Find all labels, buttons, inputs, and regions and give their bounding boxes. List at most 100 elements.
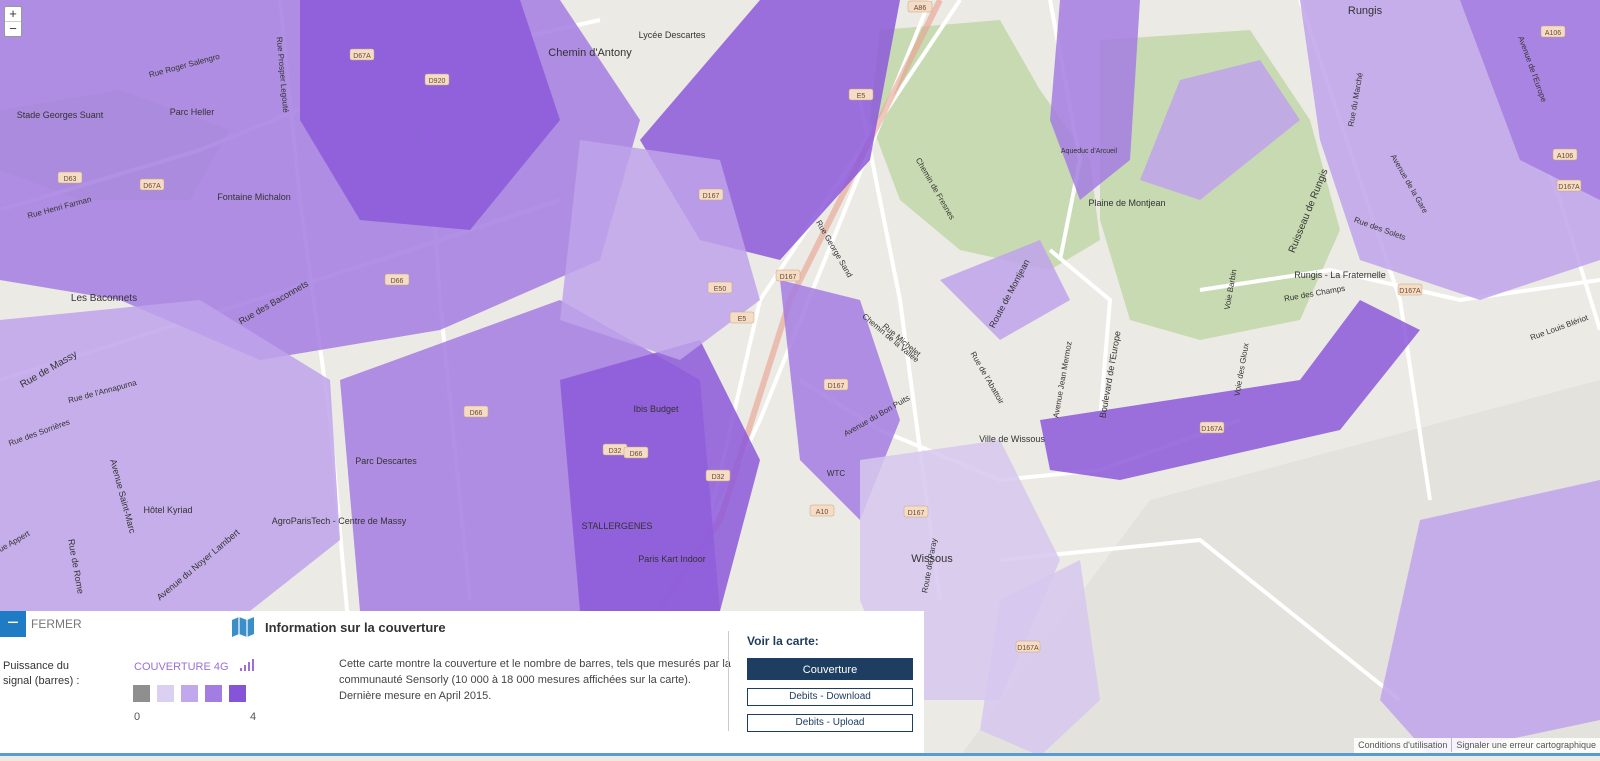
- road-number-badge: A106: [1540, 25, 1566, 38]
- panel-title: Information sur la couverture: [265, 620, 446, 635]
- road-number-label: D167A: [1201, 426, 1223, 433]
- signal-strength-label: Puissance du signal (barres) :: [3, 659, 79, 689]
- road-number-label: D167: [703, 193, 720, 200]
- panel-divider: [728, 631, 729, 731]
- road-number-label: E5: [738, 316, 747, 323]
- road-number-badge: D66: [623, 446, 649, 459]
- road-number-badge: A86: [907, 0, 933, 13]
- description-line: communauté Sensorly (10 000 à 18 000 mes…: [339, 674, 691, 686]
- terms-link[interactable]: Conditions d'utilisation: [1354, 738, 1451, 752]
- road-number-badge: D167A: [1199, 421, 1225, 434]
- place-label: Paris Kart Indoor: [638, 554, 706, 564]
- road-number-badge: D167A: [1397, 283, 1423, 296]
- map-attribution: Conditions d'utilisation Signaler une err…: [1354, 738, 1600, 753]
- signal-label-line-2: signal (barres) :: [3, 675, 80, 687]
- place-label: STALLERGENES: [582, 521, 653, 531]
- road-number-label: A106: [1557, 153, 1573, 160]
- place-label: Stade Georges Suant: [17, 110, 104, 120]
- description-line: Dernière mesure en April 2015.: [339, 690, 492, 702]
- road-number-badge: D167: [698, 188, 724, 201]
- road-number-label: D167: [908, 510, 925, 517]
- place-label: Parc Descartes: [355, 456, 417, 466]
- place-label: Ville de Wissous: [979, 434, 1045, 444]
- map-icon: [232, 617, 254, 637]
- coverage-info-panel: − FERMER Information sur la couverture P…: [0, 611, 924, 753]
- road-number-badge: D920: [424, 73, 450, 86]
- road-number-label: D66: [391, 278, 404, 285]
- road-number-badge: D32: [705, 469, 731, 482]
- road-number-badge: D32: [602, 443, 628, 456]
- signal-bars-icon: [240, 659, 254, 671]
- road-number-badge: E5: [729, 311, 755, 324]
- road-number-badge: D167: [903, 505, 929, 518]
- road-number-badge: D167A: [1556, 179, 1582, 192]
- place-label: Lycée Descartes: [639, 30, 706, 40]
- road-number-label: A86: [914, 5, 927, 12]
- road-number-badge: A10: [809, 504, 835, 517]
- road-number-label: D32: [712, 474, 725, 481]
- road-number-badge: D67A: [349, 48, 375, 61]
- zoom-control: + −: [4, 6, 22, 37]
- road-number-badge: D167: [775, 269, 801, 282]
- zoom-in-button[interactable]: +: [5, 7, 21, 21]
- road-number-label: A106: [1545, 30, 1561, 37]
- legend-title: COUVERTURE 4G: [134, 661, 229, 673]
- coverage-button[interactable]: Couverture: [747, 658, 913, 680]
- place-label: AgroParisTech - Centre de Massy: [272, 516, 407, 526]
- place-label: Parc Heller: [170, 107, 215, 117]
- road-number-label: D66: [630, 451, 643, 458]
- road-number-label: D67A: [353, 53, 371, 60]
- place-label: Hôtel Kyriad: [143, 505, 192, 515]
- road-number-badge: D67A: [139, 178, 165, 191]
- road-number-badge: A106: [1552, 148, 1578, 161]
- close-panel-button[interactable]: −: [0, 611, 26, 637]
- legend-swatch-1: [157, 685, 174, 702]
- legend-swatch-0: [133, 685, 150, 702]
- road-number-badge: D63: [57, 171, 83, 184]
- place-label: Les Baconnets: [71, 293, 137, 304]
- legend-swatch-4: [229, 685, 246, 702]
- signal-label-line-1: Puissance du: [3, 660, 70, 672]
- description-line: Cette carte montre la couverture et le n…: [339, 658, 731, 670]
- road-number-label: D167A: [1399, 288, 1421, 295]
- road-number-label: D32: [609, 448, 622, 455]
- road-number-label: A10: [816, 509, 829, 516]
- road-number-badge: E50: [707, 281, 733, 294]
- close-label[interactable]: FERMER: [31, 617, 82, 631]
- road-number-badge: D66: [463, 405, 489, 418]
- place-label: Plaine de Montjean: [1088, 198, 1165, 208]
- place-label: Rungis - La Fraternelle: [1294, 270, 1386, 280]
- road-number-label: D167A: [1558, 184, 1580, 191]
- upload-speed-button[interactable]: Debits - Upload: [747, 714, 913, 732]
- view-map-title: Voir la carte:: [747, 634, 819, 648]
- legend-swatches: [133, 685, 253, 703]
- legend-max-label: 4: [250, 711, 257, 723]
- road-number-label: D66: [470, 410, 483, 417]
- road-number-badge: D167: [823, 378, 849, 391]
- road-number-label: D920: [429, 78, 446, 85]
- coverage-description: Cette carte montre la couverture et le n…: [339, 656, 731, 704]
- place-label: Rungis: [1348, 5, 1383, 17]
- road-number-label: D167: [828, 383, 845, 390]
- road-number-badge: D66: [384, 273, 410, 286]
- download-speed-button[interactable]: Debits - Download: [747, 688, 913, 706]
- report-error-link[interactable]: Signaler une erreur cartographique: [1451, 738, 1600, 752]
- road-number-label: D167A: [1017, 645, 1039, 652]
- legend-swatch-2: [181, 685, 198, 702]
- legend-swatch-3: [205, 685, 222, 702]
- zoom-out-button[interactable]: −: [5, 21, 21, 36]
- road-number-label: D63: [64, 176, 77, 183]
- place-label: Fontaine Michalon: [217, 192, 291, 202]
- place-label: WTC: [827, 469, 845, 478]
- place-label: Chemin d'Antony: [548, 47, 632, 59]
- place-label: Ibis Budget: [633, 404, 679, 414]
- road-number-label: E5: [857, 93, 866, 100]
- road-number-label: D167: [780, 274, 797, 281]
- minus-icon: −: [7, 612, 19, 634]
- place-label: Aqueduc d'Arcueil: [1061, 148, 1118, 155]
- legend-min-label: 0: [134, 711, 141, 723]
- road-number-badge: D167A: [1015, 640, 1041, 653]
- road-number-badge: E5: [848, 88, 874, 101]
- road-number-label: D67A: [143, 183, 161, 190]
- road-number-label: E50: [714, 286, 727, 293]
